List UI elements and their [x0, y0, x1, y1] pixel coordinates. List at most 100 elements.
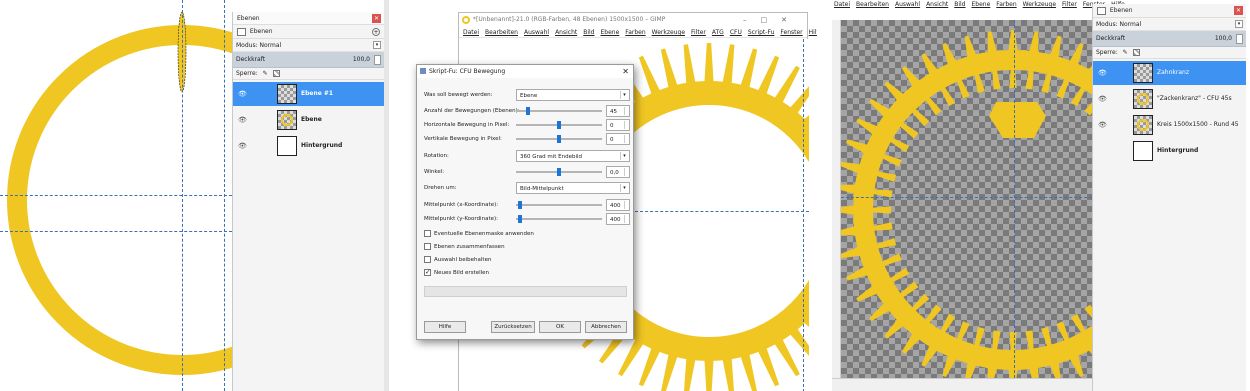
- checkbox-box[interactable]: [424, 256, 431, 263]
- close-icon[interactable]: ✕: [622, 65, 629, 78]
- canvas-ring[interactable]: [0, 0, 232, 391]
- brush-lock-icon[interactable]: ✎: [1123, 49, 1128, 56]
- checkbox-neues-bild[interactable]: Neues Bild erstellen: [424, 267, 489, 278]
- mode-select[interactable]: Modus: Normal ▾: [233, 39, 384, 52]
- eye-icon[interactable]: 👁: [238, 134, 247, 158]
- rotation-combo[interactable]: 360 Grad mit Endebild ▾: [516, 150, 630, 162]
- spinner-icon[interactable]: [1236, 34, 1243, 44]
- close-icon[interactable]: ✕: [1234, 6, 1243, 15]
- opacity-slider[interactable]: Deckkraft 100,0: [233, 52, 384, 68]
- menu-item-ansicht[interactable]: Ansicht: [926, 0, 948, 9]
- menu-item-atg[interactable]: ATG: [712, 27, 724, 37]
- menu-item-bild[interactable]: Bild: [954, 0, 965, 9]
- spinner-icon[interactable]: [374, 55, 381, 65]
- menu-item-datei[interactable]: Datei: [463, 27, 479, 37]
- spinner-icon[interactable]: [624, 215, 628, 223]
- field-label: Vertikale Bewegung in Pixel:: [424, 136, 502, 142]
- menu-item-bearbeiten[interactable]: Bearbeiten: [485, 27, 518, 37]
- anzahl-input[interactable]: 45: [606, 105, 630, 117]
- tab-layers[interactable]: Ebenen +: [233, 25, 384, 39]
- eye-icon[interactable]: 👁: [238, 108, 247, 132]
- spinner-icon[interactable]: [624, 121, 628, 129]
- checkbox-box[interactable]: [424, 243, 431, 250]
- layer-row-ebene-1[interactable]: 👁 Ebene #1: [233, 82, 384, 106]
- vbew-input[interactable]: 0: [606, 133, 630, 145]
- spinner-icon[interactable]: [624, 168, 628, 176]
- guide-vertical: [803, 39, 804, 391]
- slider-handle[interactable]: [518, 215, 522, 223]
- menu-item-farben[interactable]: Farben: [625, 27, 645, 37]
- menu-item-bild[interactable]: Bild: [583, 27, 594, 37]
- menu-item-filter[interactable]: Filter: [1062, 0, 1077, 9]
- layer-row-ebene[interactable]: 👁 Ebene: [233, 108, 384, 132]
- checkbox-zusammenfassen[interactable]: Ebenen zusammenfassen: [424, 242, 505, 252]
- eye-icon[interactable]: 👁: [238, 82, 247, 106]
- slider-handle[interactable]: [557, 121, 561, 129]
- winkel-input[interactable]: 0,0: [606, 166, 630, 178]
- checkbox-ebenenmaske[interactable]: Eventuelle Ebenenmaske anwenden: [424, 229, 534, 239]
- window-controls[interactable]: –□✕: [743, 13, 801, 27]
- spinner-icon[interactable]: [624, 107, 628, 115]
- menu-item-auswahl[interactable]: Auswahl: [895, 0, 920, 9]
- alpha-lock-icon[interactable]: [1132, 49, 1140, 56]
- layer-row-hintergrund[interactable]: 👁 Hintergrund: [233, 134, 384, 158]
- layer-row-zackenkranz[interactable]: 👁 "Zackenkranz" - CFU 45s: [1093, 87, 1246, 111]
- spinner-icon[interactable]: [624, 201, 628, 209]
- vbew-slider[interactable]: [516, 135, 602, 143]
- menu-item-werkzeuge[interactable]: Werkzeuge: [652, 27, 685, 37]
- menu-item-script-fu[interactable]: Script-Fu: [748, 27, 775, 37]
- mode-select[interactable]: Modus: Normal ▾: [1093, 18, 1246, 31]
- hbew-input[interactable]: 0: [606, 119, 630, 131]
- drehen-combo[interactable]: Bild-Mittelpunkt ▾: [516, 182, 630, 194]
- checkbox-auswahl[interactable]: Auswahl beibehalten: [424, 255, 491, 265]
- scrollbar[interactable]: [384, 0, 389, 391]
- menu-item-fenster[interactable]: Fenster: [780, 27, 802, 37]
- menu-item-bearbeiten[interactable]: Bearbeiten: [856, 0, 889, 9]
- reset-button[interactable]: Zurücksetzen: [491, 321, 535, 333]
- opacity-slider[interactable]: Deckkraft 100,0: [1093, 31, 1246, 47]
- my-slider[interactable]: [516, 215, 602, 223]
- menu-item-auswahl[interactable]: Auswahl: [524, 27, 549, 37]
- menu-item-ebene[interactable]: Ebene: [972, 0, 991, 9]
- canvas-gear[interactable]: [841, 20, 1092, 378]
- mx-slider[interactable]: [516, 201, 602, 209]
- eye-icon[interactable]: 👁: [1098, 61, 1107, 85]
- layer-row-zahnkranz[interactable]: 👁 Zahnkranz: [1093, 61, 1246, 85]
- alpha-lock-icon[interactable]: [272, 70, 280, 77]
- close-icon[interactable]: ✕: [372, 14, 381, 23]
- slider-handle[interactable]: [526, 107, 530, 115]
- checkbox-box[interactable]: [424, 230, 431, 237]
- tab-layers[interactable]: Ebenen ✕: [1093, 4, 1246, 18]
- layer-thumbnail: [1133, 115, 1153, 135]
- anzahl-slider[interactable]: [516, 107, 602, 115]
- checkbox-box[interactable]: [424, 267, 431, 277]
- ok-button[interactable]: OK: [539, 321, 581, 333]
- menu-item-cfu[interactable]: CFU: [730, 27, 742, 37]
- mx-input[interactable]: 400: [606, 199, 630, 211]
- slider-handle[interactable]: [557, 168, 561, 176]
- cancel-button[interactable]: Abbrechen: [585, 321, 627, 333]
- my-input[interactable]: 400: [606, 213, 630, 225]
- eye-icon[interactable]: 👁: [1098, 113, 1107, 137]
- hbew-slider[interactable]: [516, 121, 602, 129]
- spinner-icon[interactable]: [624, 135, 628, 143]
- menu-item-ansicht[interactable]: Ansicht: [555, 27, 577, 37]
- layer-row-hintergrund[interactable]: Hintergrund: [1093, 139, 1246, 163]
- menu-item-datei[interactable]: Datei: [834, 0, 850, 9]
- menu-item-werkzeuge[interactable]: Werkzeuge: [1023, 0, 1056, 9]
- menu-item-filter[interactable]: Filter: [691, 27, 706, 37]
- help-button[interactable]: Hilfe: [424, 321, 466, 333]
- was-combo[interactable]: Ebene ▾: [516, 89, 630, 101]
- slider-handle[interactable]: [557, 135, 561, 143]
- eye-icon[interactable]: 👁: [1098, 87, 1107, 111]
- chevron-down-icon[interactable]: ▾: [1235, 20, 1243, 28]
- menu-item-farben[interactable]: Farben: [996, 0, 1016, 9]
- slider-handle[interactable]: [518, 201, 522, 209]
- layer-row-kreis[interactable]: 👁 Kreis 1500x1500 - Rund 45: [1093, 113, 1246, 137]
- winkel-slider[interactable]: [516, 168, 602, 176]
- chevron-down-icon[interactable]: ▾: [373, 41, 381, 49]
- brush-lock-icon[interactable]: ✎: [263, 70, 268, 77]
- menu-item-ebene[interactable]: Ebene: [601, 27, 620, 37]
- menu-item-hilfe[interactable]: Hilfe: [809, 27, 817, 37]
- add-tab-icon[interactable]: +: [372, 28, 380, 36]
